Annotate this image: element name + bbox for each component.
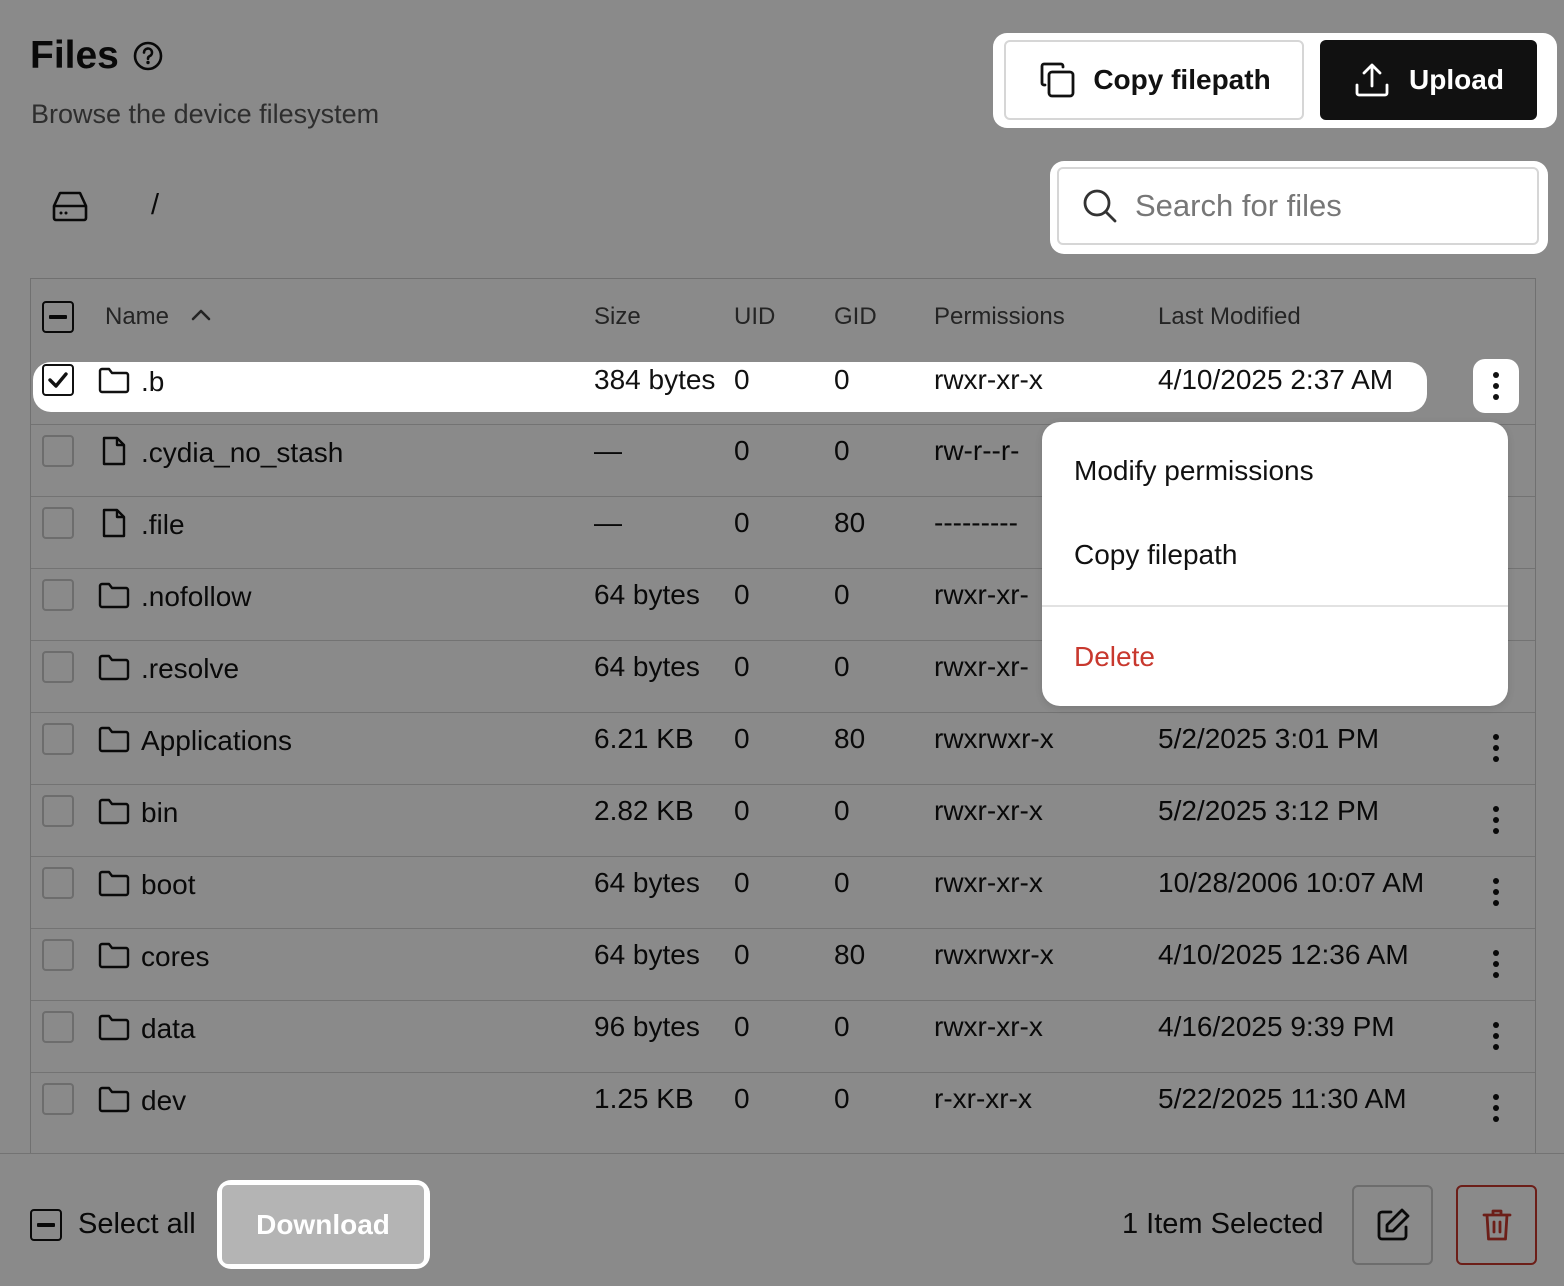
download-button[interactable]: Download bbox=[222, 1185, 424, 1264]
file-last-modified: 4/10/2025 2:37 AM bbox=[1158, 364, 1394, 395]
upload-icon bbox=[1355, 63, 1389, 97]
row-context-menu: Modify permissions Copy filepath Delete bbox=[1042, 422, 1508, 706]
folder-icon bbox=[98, 367, 130, 394]
upload-label: Upload bbox=[1409, 64, 1504, 95]
search-box[interactable] bbox=[1057, 167, 1539, 245]
copy-icon bbox=[1040, 62, 1075, 98]
menu-divider bbox=[1042, 605, 1508, 607]
check-icon bbox=[48, 372, 68, 388]
row-actions-button-active[interactable] bbox=[1473, 359, 1519, 413]
file-gid: 0 bbox=[834, 364, 850, 395]
copy-filepath-label: Copy filepath bbox=[1093, 64, 1271, 95]
upload-button[interactable]: Upload bbox=[1320, 40, 1537, 120]
menu-item-modify-permissions[interactable]: Modify permissions bbox=[1074, 455, 1314, 487]
file-size: 384 bytes bbox=[594, 364, 716, 395]
menu-item-copy-filepath[interactable]: Copy filepath bbox=[1074, 539, 1237, 571]
row-checkbox[interactable] bbox=[42, 364, 74, 396]
search-input[interactable] bbox=[1135, 188, 1515, 224]
menu-item-delete[interactable]: Delete bbox=[1074, 641, 1155, 673]
copy-filepath-button[interactable]: Copy filepath bbox=[1004, 40, 1304, 120]
file-uid: 0 bbox=[734, 364, 750, 395]
search-icon bbox=[1083, 189, 1117, 223]
file-name[interactable]: .b bbox=[141, 366, 164, 398]
folder-type-icon bbox=[98, 366, 130, 399]
file-permissions: rwxr-xr-x bbox=[934, 364, 1043, 395]
